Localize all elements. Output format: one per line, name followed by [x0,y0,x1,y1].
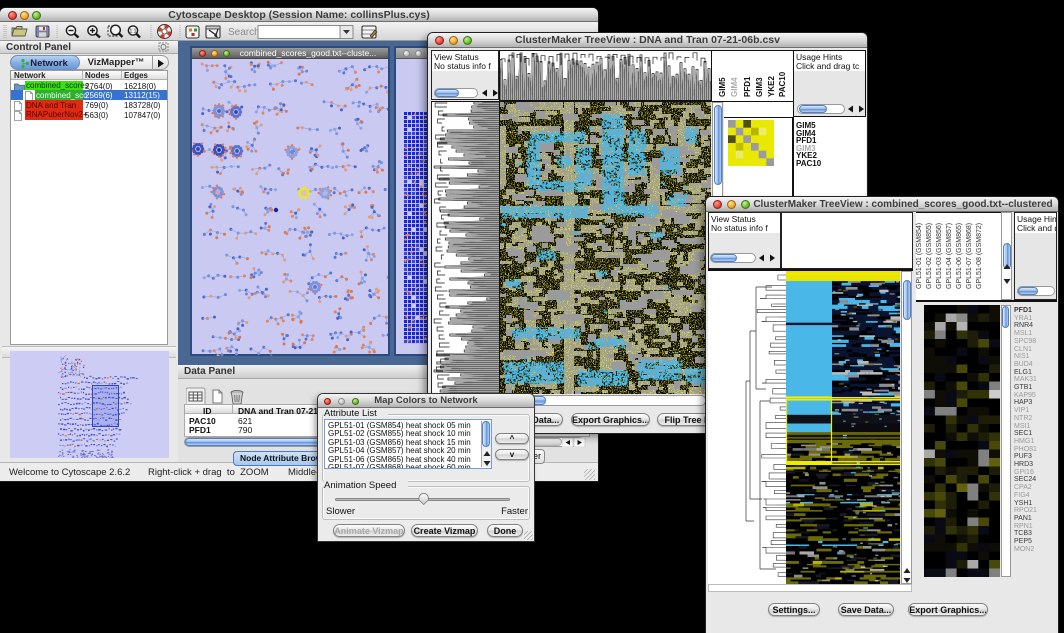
svg-text:1:1: 1:1 [130,29,137,35]
svg-text:Search:: Search: [228,27,262,38]
